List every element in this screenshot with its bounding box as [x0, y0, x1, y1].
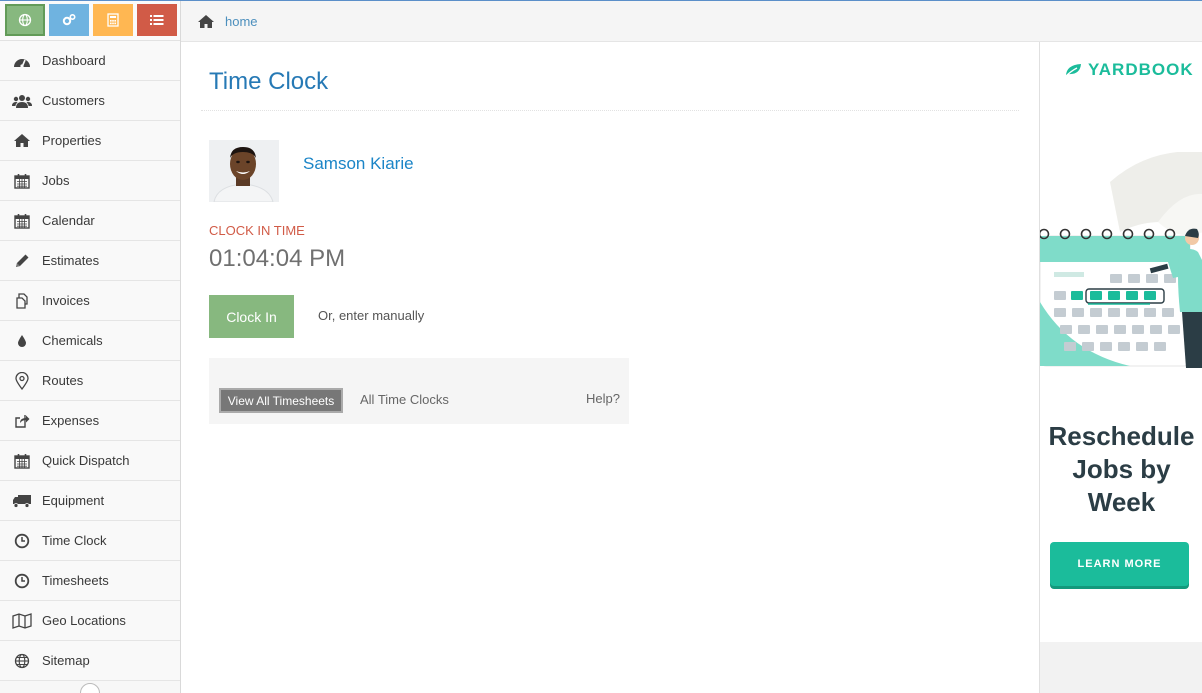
main-content: Time Clock Samson Kiarie CLOCK IN TIME 0… [181, 42, 1039, 693]
ad-headline: Reschedule Jobs by Week [1040, 420, 1202, 519]
cogs-icon [62, 13, 76, 26]
sidebar-item-routes[interactable]: Routes [0, 361, 180, 401]
help-link[interactable]: Help? [586, 391, 620, 406]
sidebar-item-equipment[interactable]: Equipment [0, 481, 180, 521]
list-icon [150, 15, 164, 25]
clock-in-button[interactable]: Clock In [209, 295, 294, 338]
shortcut-list-button[interactable] [137, 4, 177, 36]
ad-headline-line: Jobs by [1072, 454, 1171, 484]
sidebar-item-label: Dashboard [42, 53, 106, 68]
timesheet-actions: View All Timesheets All Time Clocks Help… [209, 358, 629, 424]
shortcut-calculator-button[interactable] [93, 4, 133, 36]
learn-more-button[interactable]: LEARN MORE [1050, 542, 1189, 586]
map-marker-icon [12, 371, 32, 391]
share-icon [12, 411, 32, 431]
calendar-icon [12, 451, 32, 471]
ad-headline-line: Reschedule [1048, 421, 1195, 451]
sidebar-item-label: Jobs [42, 173, 70, 188]
all-time-clocks-link[interactable]: All Time Clocks [360, 392, 449, 407]
sidebar: Dashboard Customers Properties Jobs Cale… [0, 1, 181, 693]
sidebar-item-label: Geo Locations [42, 613, 126, 628]
leaf-icon [1064, 64, 1081, 78]
sidebar-item-timesheets[interactable]: Timesheets [0, 561, 180, 601]
clock-in-label: CLOCK IN TIME [209, 223, 305, 238]
globe-icon [18, 13, 32, 27]
shortcut-cogs-button[interactable] [49, 4, 89, 36]
globe-icon [12, 651, 32, 671]
breadcrumb-home-link[interactable]: home [225, 14, 258, 29]
sidebar-item-jobs[interactable]: Jobs [0, 161, 180, 201]
calendar-illustration [1040, 152, 1202, 368]
map-icon [12, 611, 32, 631]
truck-icon [12, 491, 32, 511]
sidebar-item-label: Time Clock [42, 533, 107, 548]
ad-headline-line: Week [1087, 487, 1156, 517]
sidebar-nav: Dashboard Customers Properties Jobs Cale… [0, 41, 180, 681]
user-name-link[interactable]: Samson Kiarie [303, 154, 414, 174]
breadcrumb: home [181, 1, 1202, 42]
sidebar-item-time-clock[interactable]: Time Clock [0, 521, 180, 561]
title-divider [201, 110, 1019, 111]
sidebar-item-quick-dispatch[interactable]: Quick Dispatch [0, 441, 180, 481]
sidebar-shortcuts [0, 1, 180, 41]
sidebar-item-calendar[interactable]: Calendar [0, 201, 180, 241]
sidebar-item-label: Estimates [42, 253, 100, 268]
calendar-icon [12, 211, 32, 231]
sidebar-item-customers[interactable]: Customers [0, 81, 180, 121]
copy-icon [12, 291, 32, 311]
sidebar-item-label: Equipment [42, 493, 105, 508]
sidebar-item-label: Chemicals [42, 333, 103, 348]
users-icon [12, 91, 32, 111]
home-icon [197, 14, 215, 29]
sidebar-item-chemicals[interactable]: Chemicals [0, 321, 180, 361]
shortcut-globe-button[interactable] [5, 4, 45, 36]
ad-panel[interactable]: YARDBOOK Reschedule Jobs by Week LEARN M… [1039, 42, 1202, 693]
sidebar-item-geo-locations[interactable]: Geo Locations [0, 601, 180, 641]
sidebar-item-label: Properties [42, 133, 102, 148]
dashboard-icon [12, 51, 32, 71]
ad-brand: YARDBOOK [1088, 60, 1194, 79]
sidebar-item-label: Invoices [42, 293, 90, 308]
sidebar-item-label: Sitemap [42, 653, 90, 668]
clock-in-time: 01:04:04 PM [209, 245, 346, 272]
clock-icon [12, 531, 32, 551]
tint-icon [12, 331, 32, 351]
yardbook-logo: YARDBOOK [1064, 60, 1194, 80]
sidebar-item-dashboard[interactable]: Dashboard [0, 41, 180, 81]
sidebar-item-sitemap[interactable]: Sitemap [0, 641, 180, 681]
sidebar-item-expenses[interactable]: Expenses [0, 401, 180, 441]
sidebar-item-label: Timesheets [42, 573, 109, 588]
calendar-icon [12, 171, 32, 191]
enter-manually-link[interactable]: Or, enter manually [318, 308, 424, 323]
calculator-icon [107, 13, 119, 27]
sidebar-item-label: Customers [42, 93, 105, 108]
sidebar-item-invoices[interactable]: Invoices [0, 281, 180, 321]
clock-icon [12, 571, 32, 591]
sidebar-item-label: Routes [42, 373, 84, 388]
sidebar-item-label: Quick Dispatch [42, 453, 130, 468]
pencil-icon [12, 251, 32, 271]
sidebar-item-estimates[interactable]: Estimates [0, 241, 180, 281]
ad-banner[interactable]: YARDBOOK Reschedule Jobs by Week LEARN M… [1040, 42, 1202, 642]
view-all-timesheets-button[interactable]: View All Timesheets [219, 388, 343, 413]
home-icon [12, 131, 32, 151]
sidebar-item-label: Expenses [42, 413, 100, 428]
sidebar-collapse-button[interactable] [80, 683, 100, 693]
sidebar-item-label: Calendar [42, 213, 95, 228]
sidebar-item-properties[interactable]: Properties [0, 121, 180, 161]
avatar [209, 140, 279, 202]
page-title: Time Clock [209, 68, 329, 95]
